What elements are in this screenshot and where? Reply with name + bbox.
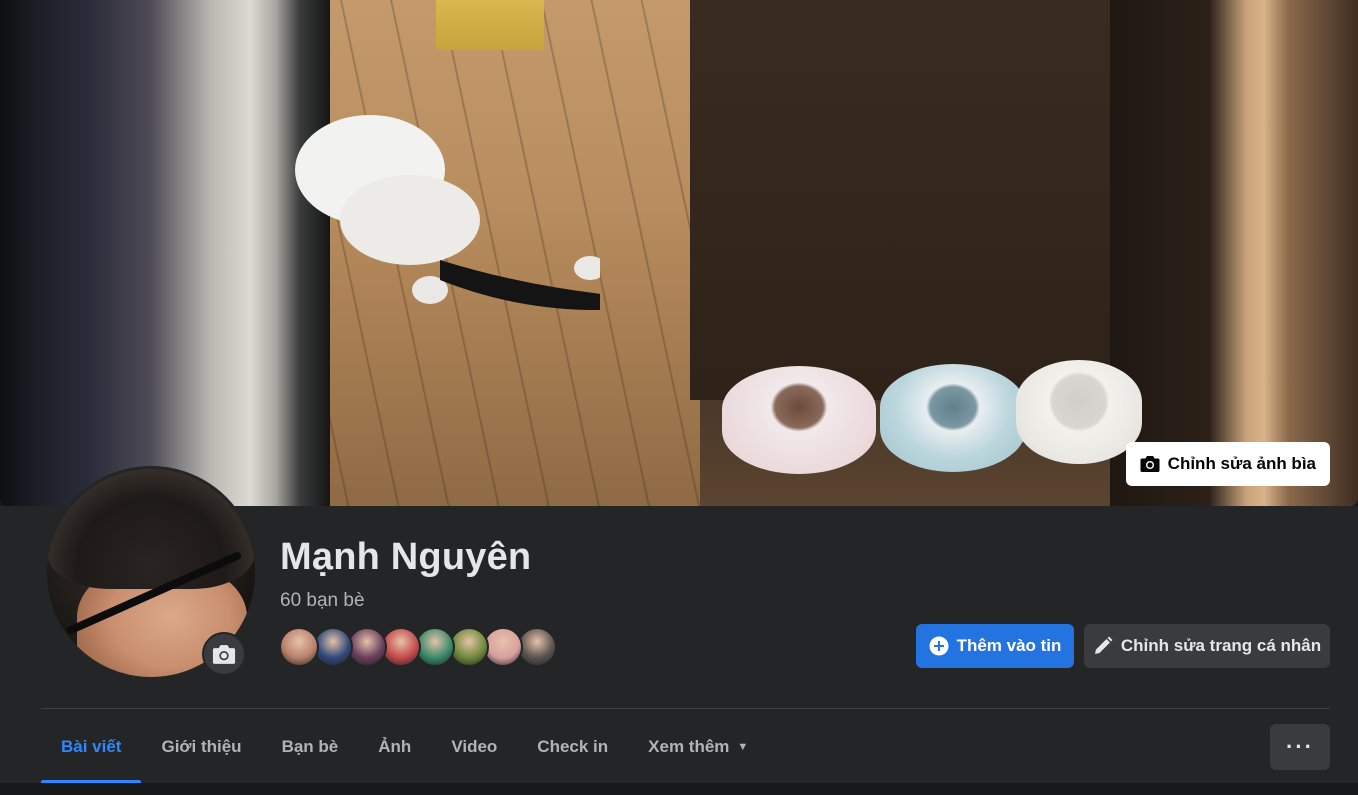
cover-photo[interactable]: Chỉnh sửa ảnh bìa [0,0,1358,506]
edit-cover-photo-label: Chỉnh sửa ảnh bìa [1167,454,1316,473]
cover-bowl-white [1016,360,1142,464]
tab-label: Video [451,736,498,756]
friend-avatar[interactable] [517,627,557,667]
plus-circle-icon [929,636,949,656]
tab-label: Check in [537,736,609,756]
camera-icon [1140,456,1160,472]
tab-about[interactable]: Giới thiệu [141,710,261,783]
tab-check-in[interactable]: Check in [517,710,628,783]
cover-left-door [0,0,330,506]
tab-posts[interactable]: Bài viết [41,710,142,783]
edit-profile-button[interactable]: Chỉnh sửa trang cá nhân [1084,624,1330,668]
tab-label: Ảnh [378,736,412,756]
pencil-icon [1094,636,1113,654]
tab-label: Bạn bè [281,736,339,756]
page-background [0,783,1358,795]
friend-avatar[interactable] [279,627,319,667]
profile-tabs: Bài viết Giới thiệu Bạn bè Ảnh Video Che… [41,710,768,783]
cover-cabinet [690,0,1110,400]
tab-videos[interactable]: Video [431,710,517,783]
profile-name: Mạnh Nguyên [280,536,532,578]
cover-right-wall [1110,0,1358,506]
friend-avatar[interactable] [347,627,387,667]
friend-avatar[interactable] [381,627,421,667]
tab-label: Xem thêm [648,736,730,756]
cover-bowl-blue [880,364,1026,472]
friend-avatar[interactable] [415,627,455,667]
tab-see-more[interactable]: Xem thêm ▼ [628,710,768,783]
camera-icon [212,644,236,664]
caret-down-icon: ▼ [737,740,749,753]
friend-count[interactable]: 60 bạn bè [280,590,365,612]
friend-avatar[interactable] [313,627,353,667]
tab-photos[interactable]: Ảnh [358,710,431,783]
avatar-edit-button[interactable] [202,632,246,676]
more-options-button[interactable]: ··· [1270,724,1330,770]
tab-label: Bài viết [61,736,122,756]
edit-profile-label: Chỉnh sửa trang cá nhân [1120,636,1322,655]
avatar-hair [47,469,255,589]
header-divider [41,708,1330,709]
friend-avatar[interactable] [483,627,523,667]
cover-bowl-pink [722,366,876,474]
tab-friends[interactable]: Bạn bè [262,710,359,783]
add-to-story-button[interactable]: Thêm vào tin [916,624,1074,668]
friend-avatar[interactable] [449,627,489,667]
friend-avatars[interactable] [279,627,557,667]
cover-box [436,0,544,50]
add-to-story-label: Thêm vào tin [956,636,1062,655]
edit-cover-photo-button[interactable]: Chỉnh sửa ảnh bìa [1125,442,1330,486]
tab-label: Giới thiệu [161,736,242,756]
cover-cat [295,115,600,310]
